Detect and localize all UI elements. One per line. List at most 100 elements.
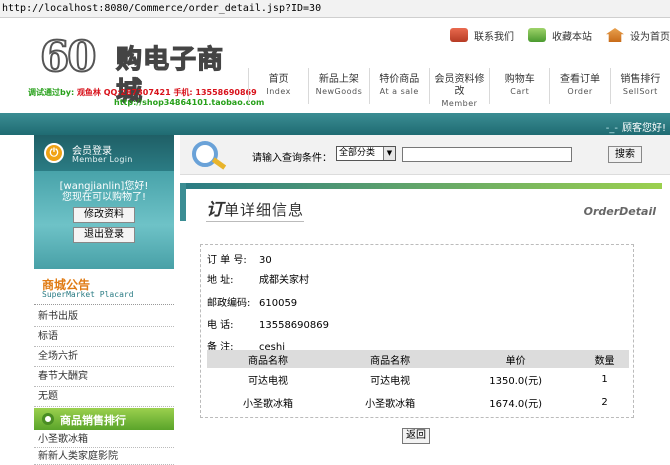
notice-item[interactable]: 无题 [34, 387, 174, 407]
field-label: 电 话: [207, 320, 234, 331]
order-field: 电 话: 13558690869 [207, 316, 329, 331]
set-homepage-label: 设为首页 [630, 31, 670, 43]
rank-header: 商品销售排行 [34, 408, 174, 430]
welcome-text: -_- 顾客您好! [606, 119, 666, 134]
placard-header: 商城公告 SuperMarket Placard [34, 269, 174, 305]
notice-list: 新书出版 标语 全场六折 春节大酬宾 无题 [34, 307, 174, 407]
debug-site-link[interactable]: http://shop34864101.taobao.com [114, 98, 264, 108]
phone-icon [450, 28, 468, 42]
nav-sublabel: Member [441, 99, 478, 108]
field-value: 610059 [259, 298, 298, 309]
nav-label: 查看订单 [560, 74, 601, 85]
table-cell: 1350.0(元) [489, 376, 543, 387]
edit-profile-button[interactable]: 修改资料 [73, 207, 135, 223]
site-logo[interactable]: 60 购电子商城 [39, 32, 230, 108]
notice-item[interactable]: 春节大酬宾 [34, 367, 174, 387]
page-title-rest: 单详细信息 [224, 201, 305, 219]
rank-list: 小圣歌冰箱 新新人类家庭影院 [34, 431, 174, 465]
bookmark-icon [528, 28, 546, 42]
field-label: 地 址: [207, 275, 234, 286]
logo-number: 60 [39, 32, 97, 81]
column-header: 单价 [451, 350, 581, 368]
order-field: 邮政编码: 610059 [207, 294, 297, 309]
nav-sublabel: NewGoods [315, 87, 363, 96]
debug-credit: 调试通过by: 观鱼林 QQ:287307421 手机: 13558690869… [28, 88, 264, 108]
contact-us-label: 联系我们 [474, 31, 514, 43]
order-field: 订 单 号: 30 [207, 251, 272, 266]
nav-sublabel: At a sale [379, 87, 419, 96]
rank-title: 商品销售排行 [60, 414, 126, 427]
placard-subtitle: SuperMarket Placard [42, 290, 134, 299]
login-status: 您现在可以购物了! [61, 192, 146, 203]
notice-item[interactable]: 全场六折 [34, 347, 174, 367]
field-value: 30 [259, 255, 272, 266]
nav-item-member[interactable]: 会员资料修改 Member [428, 68, 489, 108]
page-title: 订单详细信息 [206, 195, 305, 222]
logout-button[interactable]: 退出登录 [73, 227, 135, 243]
main-nav: 首页 Index 新品上架 NewGoods 特价商品 At a sale 会员… [248, 68, 670, 108]
search-button[interactable]: 搜索 [608, 146, 642, 163]
magnifier-icon [184, 139, 230, 173]
column-header: 商品名称 [207, 350, 330, 368]
nav-label: 销售排行 [620, 74, 661, 85]
home-icon [606, 28, 624, 42]
keyword-input[interactable] [402, 147, 572, 162]
login-box: ⏻ 会员登录 Member Login [wangjianlin]您好! 您现在… [34, 135, 174, 285]
panel-header: 订单详细信息 OrderDetail [180, 183, 662, 222]
notice-item[interactable]: 新书出版 [34, 307, 174, 327]
table-header-row: 商品名称 商品名称 单价 数量 [207, 350, 629, 368]
category-select[interactable]: 全部分类 ▼ [336, 146, 396, 161]
address-bar[interactable]: http://localhost:8080/Commerce/order_det… [0, 0, 670, 18]
main-content: 请输入查询条件： 全部分类 ▼ 搜索 订单详细信息 OrderDetail 订 … [180, 135, 670, 465]
bookmark-site-label: 收藏本站 [552, 31, 592, 43]
search-label: 请输入查询条件： [252, 153, 332, 164]
notice-item[interactable]: 标语 [34, 327, 174, 347]
login-message: [wangjianlin]您好! 您现在可以购物了! [34, 181, 174, 203]
top-links: 联系我们 收藏本站 设为首页 [436, 24, 670, 46]
welcome-dots: -_- [605, 123, 618, 134]
order-items-table: 商品名称 商品名称 单价 数量 可达电视 可达电视 1350.0(元) 1 小圣… [207, 350, 629, 414]
table-cell: 小圣歌冰箱 [365, 399, 416, 410]
order-field: 地 址: 成都关家村 [207, 271, 309, 286]
table-row: 可达电视 可达电视 1350.0(元) 1 [207, 368, 629, 391]
set-homepage-link[interactable]: 设为首页 [606, 24, 670, 46]
table-cell: 2 [601, 397, 608, 408]
table-cell: 小圣歌冰箱 [243, 399, 294, 410]
table-cell: 1674.0(元) [489, 399, 543, 410]
nav-label: 会员资料修改 [434, 74, 485, 97]
nav-item-sale[interactable]: 特价商品 At a sale [368, 68, 429, 104]
nav-sublabel: Cart [510, 87, 530, 96]
bookmark-site-link[interactable]: 收藏本站 [528, 24, 592, 46]
login-subtitle: Member Login [72, 155, 133, 164]
nav-item-newgoods[interactable]: 新品上架 NewGoods [308, 68, 368, 104]
panel-bar [186, 183, 662, 189]
table-cell: 可达电视 [370, 376, 411, 387]
table-cell: 可达电视 [248, 376, 289, 387]
nav-item-order[interactable]: 查看订单 Order [549, 68, 609, 104]
nav-label: 新品上架 [318, 74, 359, 85]
nav-item-sellsort[interactable]: 销售排行 SellSort [609, 68, 670, 104]
category-value: 全部分类 [339, 148, 376, 158]
nav-item-index[interactable]: 首页 Index [248, 68, 308, 104]
left-sidebar: ⏻ 会员登录 Member Login [wangjianlin]您好! 您现在… [28, 135, 176, 465]
rank-item[interactable]: 小圣歌冰箱 [34, 431, 174, 448]
field-value: 成都关家村 [259, 275, 309, 286]
chevron-down-icon: ▼ [383, 147, 395, 160]
back-button[interactable]: 返回 [402, 428, 430, 444]
page-title-first: 订 [206, 200, 224, 220]
site-header: 60 购电子商城 联系我们 收藏本站 设为首页 调试通过by: 观鱼林 QQ:2… [0, 18, 670, 113]
table-row: 小圣歌冰箱 小圣歌冰箱 1674.0(元) 2 [207, 391, 629, 414]
debug-prefix: 调试通过by: [28, 88, 75, 97]
field-label: 订 单 号: [207, 255, 247, 266]
field-label: 邮政编码: [207, 298, 251, 309]
debug-author: 观鱼林 [76, 88, 101, 97]
rank-item[interactable]: 新新人类家庭影院 [34, 448, 174, 465]
welcome-label: 顾客您好! [621, 123, 666, 134]
nav-sublabel: Order [567, 87, 593, 96]
nav-label: 购物车 [504, 74, 535, 85]
nav-item-cart[interactable]: 购物车 Cart [489, 68, 549, 104]
column-header: 商品名称 [329, 350, 452, 368]
debug-qq: QQ:287307421 [103, 88, 171, 97]
contact-us-link[interactable]: 联系我们 [450, 24, 514, 46]
header-band [0, 113, 670, 135]
